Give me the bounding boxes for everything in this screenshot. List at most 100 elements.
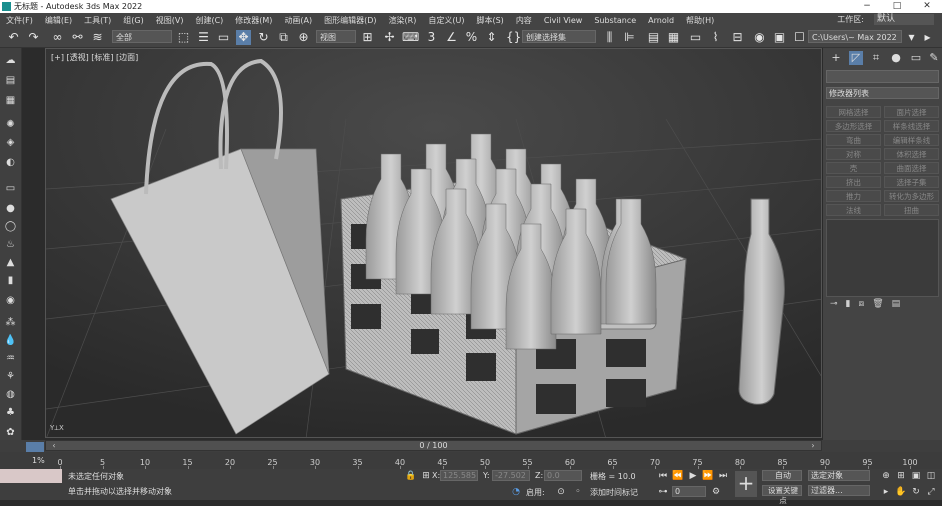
create-tab-icon[interactable]: + xyxy=(829,51,843,65)
image-icon[interactable]: ▦ xyxy=(3,94,18,108)
modifier-button[interactable]: 面片选择 xyxy=(884,106,939,118)
modifier-button[interactable]: 壳 xyxy=(826,162,881,174)
menu-file[interactable]: 文件(F) xyxy=(0,15,39,26)
modifier-button[interactable]: 多边形选择 xyxy=(826,120,881,132)
select-place-icon[interactable]: ⊕ xyxy=(296,30,311,45)
goto-end-icon[interactable]: ⏭ xyxy=(717,470,729,482)
select-by-name-icon[interactable]: ☰ xyxy=(196,30,211,45)
modifier-list-dropdown[interactable]: 修改器列表 xyxy=(826,87,939,99)
select-manipulate-icon[interactable]: ✢ xyxy=(382,30,397,45)
cone-icon[interactable]: ▲ xyxy=(3,256,18,270)
maximize-button[interactable]: □ xyxy=(882,0,912,13)
modifier-button[interactable]: 法线 xyxy=(826,204,881,216)
keyboard-shortcut-icon[interactable]: ⌨ xyxy=(402,30,419,45)
cloud-icon[interactable]: ☁ xyxy=(3,54,18,68)
display-tab-icon[interactable]: ▭ xyxy=(909,51,923,65)
ref-coord-dropdown[interactable]: 视图 xyxy=(316,30,356,43)
modify-tab-icon[interactable]: ◸ xyxy=(849,51,863,65)
key-filters-button[interactable]: 过滤器... xyxy=(808,485,870,496)
menu-content[interactable]: 内容 xyxy=(510,15,538,26)
curve-editor-icon[interactable]: ⌇ xyxy=(708,30,723,45)
bind-spacewarp-icon[interactable]: ≋ xyxy=(90,30,105,45)
zoom-all-icon[interactable]: ⊞ xyxy=(895,470,907,482)
select-rotate-icon[interactable]: ↻ xyxy=(256,30,271,45)
modifier-button[interactable]: 体积选择 xyxy=(884,148,939,160)
modifier-button[interactable]: 选择子集 xyxy=(884,176,939,188)
select-scale-icon[interactable]: ⧉ xyxy=(276,30,291,45)
scene-explorer-icon[interactable]: ▤ xyxy=(646,30,661,45)
show-end-result-icon[interactable]: ▮ xyxy=(846,299,851,311)
menu-tools[interactable]: 工具(T) xyxy=(78,15,117,26)
named-selection-icon[interactable]: {} xyxy=(506,30,521,45)
make-unique-icon[interactable]: ⧈ xyxy=(859,299,865,311)
modifier-button[interactable]: 转化为多边形 xyxy=(884,190,939,202)
menu-help[interactable]: 帮助(H) xyxy=(680,15,720,26)
maxscript-listener[interactable] xyxy=(0,469,62,483)
next-key-icon[interactable]: ⏩ xyxy=(702,470,714,482)
time-slider[interactable]: ‹ 0 / 100 › xyxy=(45,440,822,451)
unlink-icon[interactable]: ⚯ xyxy=(70,30,85,45)
pivot-center-icon[interactable]: ⊞ xyxy=(360,30,375,45)
rect-selection-icon[interactable]: ▭ xyxy=(216,30,231,45)
time-tag-icon[interactable]: ◦ xyxy=(572,486,584,498)
modifier-button[interactable]: 编辑样条线 xyxy=(884,134,939,146)
align-icon[interactable]: ⊫ xyxy=(622,30,637,45)
path-dropdown-icon[interactable]: ▾ xyxy=(904,30,919,45)
key-mode-icon[interactable]: ⊶ xyxy=(657,486,669,498)
teapot-icon[interactable]: ♨ xyxy=(3,238,18,252)
link-icon[interactable]: ∞ xyxy=(50,30,65,45)
hair-icon[interactable]: ♒ xyxy=(3,352,18,366)
percent-snap-icon[interactable]: % xyxy=(464,30,479,45)
menu-arnold[interactable]: Arnold xyxy=(642,16,680,25)
select-move-icon[interactable]: ✥ xyxy=(236,30,251,45)
motion-tab-icon[interactable]: ● xyxy=(889,51,903,65)
menu-civil-view[interactable]: Civil View xyxy=(538,16,589,25)
adaptive-degradation-icon[interactable]: ◔ xyxy=(510,486,522,498)
project-path-field[interactable]: C:\Users\~ Max 2022 xyxy=(808,30,902,43)
menu-rendering[interactable]: 渲染(R) xyxy=(383,15,423,26)
perspective-viewport[interactable]: [+] [透视] [标准] [边面] Y⟂X xyxy=(45,48,822,438)
current-frame-field[interactable]: 0 xyxy=(672,486,706,497)
zoom-icon[interactable]: ⊕ xyxy=(880,470,892,482)
menu-scripting[interactable]: 脚本(S) xyxy=(470,15,509,26)
menu-views[interactable]: 视图(V) xyxy=(150,15,190,26)
palette-icon[interactable]: ✿ xyxy=(3,426,18,440)
key-filter-dropdown[interactable]: 选定对象 xyxy=(808,470,870,481)
remove-modifier-icon[interactable]: 🗑 xyxy=(872,299,883,311)
light-icon[interactable]: ✺ xyxy=(3,118,18,132)
modifier-button[interactable]: 挤出 xyxy=(826,176,881,188)
z-coordinate-field[interactable]: 0.0 xyxy=(544,470,582,481)
viewport-label[interactable]: [+] [透视] [标准] [边面] xyxy=(51,52,138,63)
object-icon[interactable]: ◐ xyxy=(3,156,18,170)
spinner-snap-icon[interactable]: ⇕ xyxy=(484,30,499,45)
y-coordinate-field[interactable]: -27.502 xyxy=(492,470,530,481)
scene-icon[interactable]: ◈ xyxy=(3,136,18,150)
pan-icon[interactable]: ✋ xyxy=(895,486,907,498)
menu-substance[interactable]: Substance xyxy=(588,16,642,25)
menu-animation[interactable]: 动画(A) xyxy=(278,15,318,26)
minimize-button[interactable]: − xyxy=(852,0,882,13)
fov-icon[interactable]: ▸ xyxy=(880,486,892,498)
named-selection-dropdown[interactable]: 创建选择集 xyxy=(522,30,596,43)
select-object-icon[interactable]: ⬚ xyxy=(176,30,191,45)
water-icon[interactable]: 💧 xyxy=(3,334,18,348)
prev-frame-icon[interactable]: ‹ xyxy=(48,441,60,451)
workspace-dropdown[interactable]: 默认 xyxy=(874,14,934,25)
orbit-icon[interactable]: ↻ xyxy=(910,486,922,498)
zoom-extents-all-icon[interactable]: ◫ xyxy=(925,470,937,482)
snap-toggle-icon[interactable]: 3 xyxy=(424,30,439,45)
undo-icon[interactable]: ↶ xyxy=(6,30,21,45)
prev-key-icon[interactable]: ⏪ xyxy=(672,470,684,482)
redo-icon[interactable]: ↷ xyxy=(26,30,41,45)
absolute-mode-icon[interactable]: ⊞ xyxy=(420,470,432,482)
ribbon-toggle-icon[interactable]: ▭ xyxy=(688,30,703,45)
next-frame-icon[interactable]: › xyxy=(807,441,819,451)
add-time-tag[interactable]: 添加时间标记 xyxy=(590,487,638,498)
modifier-button[interactable]: 网格选择 xyxy=(826,106,881,118)
material-editor-icon[interactable]: ◉ xyxy=(752,30,767,45)
zoom-extents-icon[interactable]: ▣ xyxy=(910,470,922,482)
menu-edit[interactable]: 编辑(E) xyxy=(39,15,78,26)
auto-key-button[interactable]: 自动 xyxy=(762,470,802,481)
modifier-button[interactable]: 样条线选择 xyxy=(884,120,939,132)
modifier-button[interactable]: 推力 xyxy=(826,190,881,202)
